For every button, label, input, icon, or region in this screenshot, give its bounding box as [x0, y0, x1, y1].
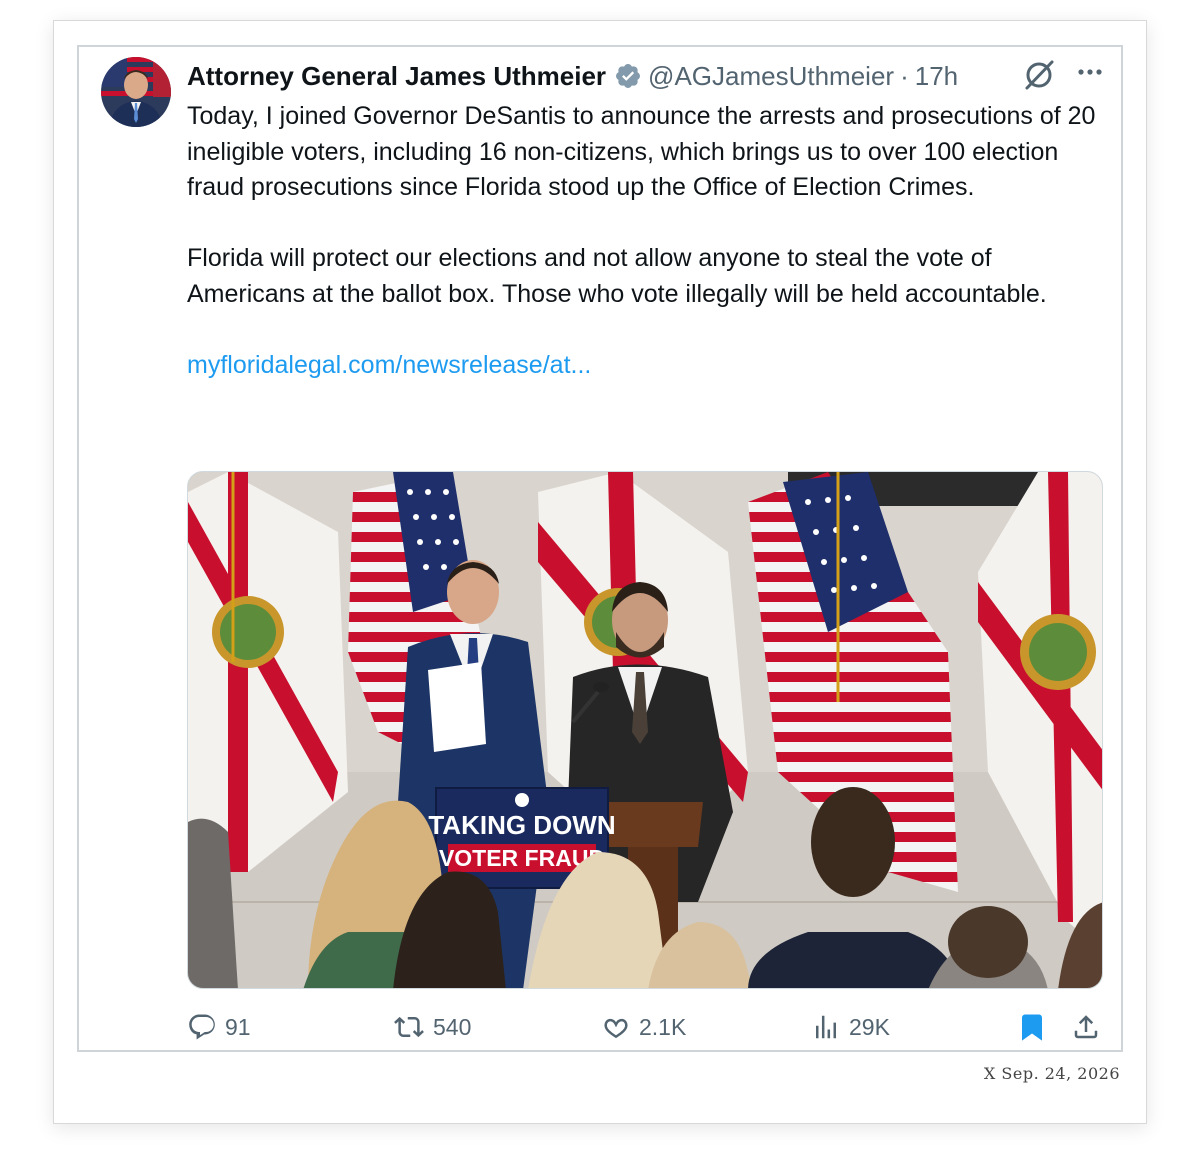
timestamp[interactable]: 17h — [915, 61, 958, 92]
tweet-text: Today, I joined Governor DeSantis to ann… — [187, 99, 1112, 383]
capture-stamp: X Sep. 24, 2026 — [984, 1064, 1120, 1083]
like-button[interactable]: 2.1K — [601, 1009, 686, 1045]
share-icon — [1074, 1015, 1098, 1039]
more-icon[interactable] — [1075, 57, 1105, 87]
tweet-header: Attorney General James Uthmeier @AGJames… — [187, 59, 958, 93]
views-icon — [816, 1015, 836, 1039]
tweet-actions: 91 540 2.1K 29K — [187, 1009, 1103, 1045]
separator-dot: · — [900, 60, 909, 91]
grok-icon[interactable] — [1021, 57, 1057, 93]
tweet-card[interactable]: Attorney General James Uthmeier @AGJames… — [77, 45, 1123, 1052]
like-count: 2.1K — [639, 1013, 687, 1040]
repost-icon — [394, 1016, 424, 1038]
display-name[interactable]: Attorney General James Uthmeier — [187, 61, 606, 92]
repost-button[interactable]: 540 — [393, 1009, 471, 1045]
stamp-source: X — [983, 1064, 996, 1083]
tweet-link[interactable]: myfloridalegal.com/newsrelease/at... — [187, 348, 1112, 384]
reply-button[interactable]: 91 — [187, 1009, 251, 1045]
reply-icon — [189, 1014, 215, 1040]
verified-badge-icon — [614, 62, 642, 90]
tweet-paragraph: Florida will protect our elections and n… — [187, 244, 1047, 308]
reply-count: 91 — [225, 1013, 251, 1040]
podium-sign-line1: TAKING DOWN — [428, 810, 615, 840]
user-handle[interactable]: @AGJamesUthmeier — [648, 61, 894, 92]
heart-icon — [604, 1018, 628, 1039]
bookmark-icon — [1022, 1014, 1042, 1041]
view-count: 29K — [849, 1013, 890, 1040]
bookmark-button[interactable] — [1017, 1009, 1055, 1045]
tweet-paragraph: Today, I joined Governor DeSantis to ann… — [187, 102, 1096, 201]
tweet-photo[interactable]: TAKING DOWN VOTER FRAUD — [187, 471, 1103, 989]
views-button[interactable]: 29K — [811, 1009, 890, 1045]
repost-count: 540 — [433, 1013, 472, 1040]
avatar[interactable] — [101, 57, 171, 127]
screenshot-frame: Attorney General James Uthmeier @AGJames… — [53, 20, 1147, 1124]
stamp-date: Sep. 24, 2026 — [1001, 1064, 1120, 1083]
share-button[interactable] — [1071, 1009, 1109, 1045]
